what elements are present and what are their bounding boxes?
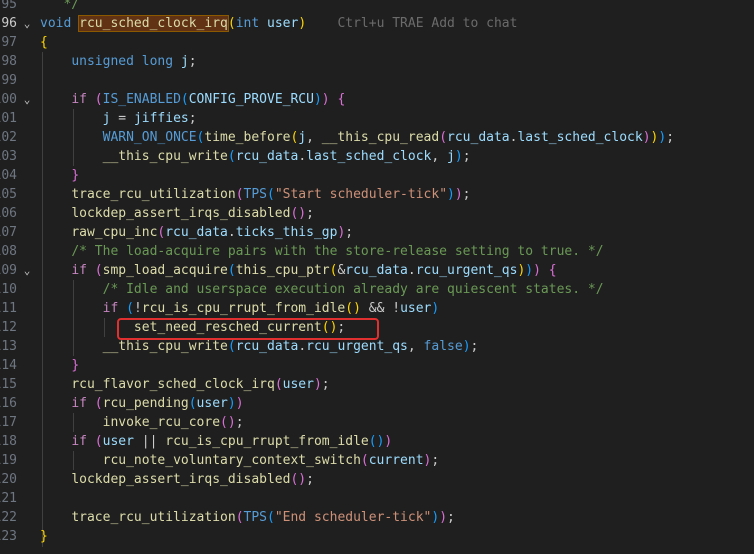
code-text: WARN_ON_ONCE(time_before(j, __this_cpu_r… xyxy=(102,130,675,145)
code-text: raw_cpu_inc(rcu_data.ticks_this_gp); xyxy=(71,225,354,240)
code-text: { xyxy=(40,35,48,50)
code-text: lockdep_assert_irqs_disabled(); xyxy=(71,206,314,221)
code-text: void rcu_sched_clock_irq(int user) Ctrl+… xyxy=(40,15,518,32)
code-text: /* The load-acquire pairs with the store… xyxy=(71,244,604,259)
code-text: if (smp_load_acquire(this_cpu_ptr(&rcu_d… xyxy=(71,263,557,278)
line-number: 100 xyxy=(0,92,17,107)
line-number: 113 xyxy=(0,339,17,354)
line-number: 119 xyxy=(0,453,17,468)
code-text: unsigned long j; xyxy=(71,54,197,69)
code-text: if (rcu_pending(user)) xyxy=(71,396,244,411)
line-number: 96 xyxy=(1,16,17,31)
line-number: 123 xyxy=(0,529,17,544)
code-text: __this_cpu_write(rcu_data.rcu_urgent_qs,… xyxy=(102,339,479,354)
code-text: __this_cpu_write(rcu_data.last_sched_clo… xyxy=(102,149,471,164)
chevron-down-icon[interactable]: ⌄ xyxy=(21,14,33,33)
line-number: 103 xyxy=(0,149,17,164)
line-number: 107 xyxy=(0,225,17,240)
code-text: } xyxy=(71,168,80,183)
line-number: 122 xyxy=(0,510,17,525)
chevron-down-icon[interactable]: ⌄ xyxy=(21,261,33,280)
line-number: 120 xyxy=(0,472,17,487)
line-number: 95 xyxy=(1,0,17,12)
code-text: /* Idle and userspace execution already … xyxy=(102,282,604,297)
line-number: 111 xyxy=(0,301,17,316)
line-number: 104 xyxy=(0,168,17,183)
code-text: j = jiffies; xyxy=(102,111,197,126)
code-text: if (user || rcu_is_cpu_rrupt_from_idle()… xyxy=(71,434,393,449)
line-number: 115 xyxy=(0,377,17,392)
line-number: 108 xyxy=(0,244,17,259)
line-number: 106 xyxy=(0,206,17,221)
code-editor[interactable]: 95 */ 96 ⌄ void rcu_sched_clock_irq(int use… xyxy=(0,0,754,554)
code-text: invoke_rcu_core(); xyxy=(102,415,244,430)
line-number: 110 xyxy=(0,282,17,297)
line-number: 105 xyxy=(0,187,17,202)
line-number: 97 xyxy=(1,35,17,50)
code-text: } xyxy=(71,358,80,373)
line-number: 112 xyxy=(0,320,17,335)
line-number: 101 xyxy=(0,111,17,126)
line-number: 109 xyxy=(0,263,17,278)
code-text: rcu_flavor_sched_clock_irq(user); xyxy=(71,377,330,392)
code-text: trace_rcu_utilization(TPS("End scheduler… xyxy=(71,510,455,525)
code-text: rcu_note_voluntary_context_switch(curren… xyxy=(102,453,440,468)
code-text: set_need_resched_current(); xyxy=(133,320,346,335)
inline-hint[interactable]: Ctrl+u TRAE Add to chat xyxy=(306,16,517,31)
line-number: 121 xyxy=(0,491,17,506)
line-number: 102 xyxy=(0,130,17,145)
line-number: 98 xyxy=(1,54,17,69)
line-number: 99 xyxy=(1,73,17,88)
code-text: lockdep_assert_irqs_disabled(); xyxy=(71,472,314,487)
code-text: if (IS_ENABLED(CONFIG_PROVE_RCU)) { xyxy=(71,92,346,107)
line-number: 117 xyxy=(0,415,17,430)
code-text: if (!rcu_is_cpu_rrupt_from_idle() && !us… xyxy=(102,301,440,316)
code-text: } xyxy=(40,529,48,544)
line-number: 118 xyxy=(0,434,17,449)
line-number: 114 xyxy=(0,358,17,373)
code-text: trace_rcu_utilization(TPS("Start schedul… xyxy=(71,187,471,202)
line-number: 116 xyxy=(0,396,17,411)
chevron-down-icon[interactable]: ⌄ xyxy=(21,90,33,109)
code-text: */ xyxy=(40,0,80,12)
